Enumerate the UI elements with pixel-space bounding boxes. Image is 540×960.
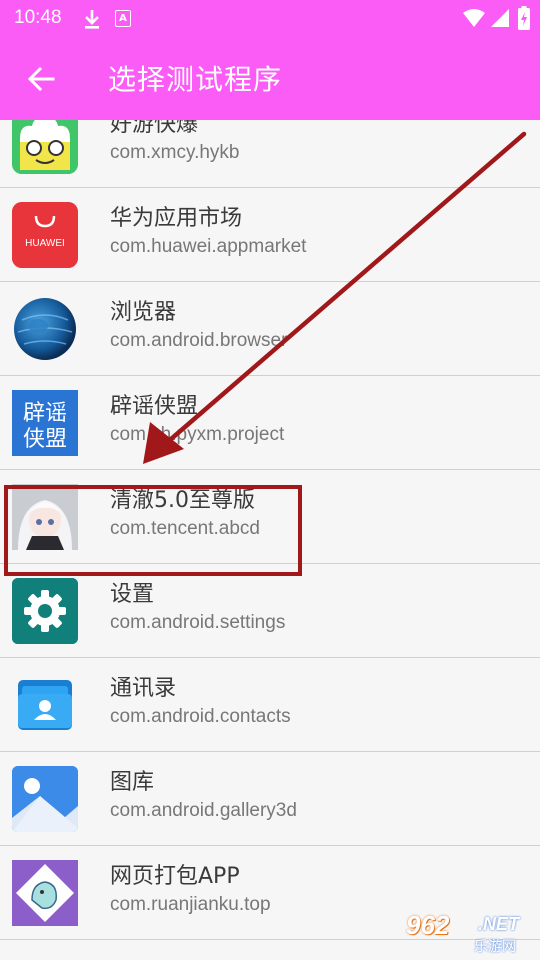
watermark-cn: 乐游网 — [474, 939, 516, 955]
app-package: com.android.browser — [110, 330, 288, 351]
huawei-appmarket-icon: HUAWEI — [12, 202, 78, 268]
app-row-pyxm[interactable]: 辟谣 侠盟 辟谣侠盟 com.zh.pyxm.project — [0, 376, 540, 470]
signal-icon — [491, 9, 509, 27]
app-row-huawei-appmarket[interactable]: HUAWEI 华为应用市场 com.huawei.appmarket — [0, 188, 540, 282]
app-name: 网页打包APP — [110, 864, 240, 889]
wifi-icon — [463, 9, 485, 27]
hykb-app-icon — [12, 120, 78, 174]
download-icon — [85, 10, 99, 29]
app-package: com.android.settings — [110, 612, 286, 633]
app-name: 通讯录 — [110, 676, 177, 701]
watermark-number: 962 — [406, 910, 450, 940]
pyxm-icon-text-line1: 辟谣 — [23, 401, 67, 426]
app-row-hykb[interactable]: 好游快爆 com.xmcy.hykb — [0, 120, 540, 188]
app-row-contacts[interactable]: 通讯录 com.android.contacts — [0, 658, 540, 752]
app-name: 设置 — [110, 582, 155, 607]
app-row-settings[interactable]: 设置 com.android.settings — [0, 564, 540, 658]
battery-icon — [518, 6, 530, 30]
app-bar: 选择测试程序 — [0, 36, 540, 120]
app-package: com.android.gallery3d — [110, 800, 297, 821]
app-name: 辟谣侠盟 — [110, 394, 199, 419]
app-package: com.android.contacts — [110, 706, 291, 727]
page-title: 选择测试程序 — [108, 63, 283, 96]
app-package: com.xmcy.hykb — [110, 142, 240, 163]
status-time: 10:48 — [14, 7, 62, 28]
app-row-gallery[interactable]: 图库 com.android.gallery3d — [0, 752, 540, 846]
annotation-highlight-box — [4, 485, 302, 576]
browser-globe-icon — [12, 296, 78, 362]
contacts-icon — [12, 672, 78, 738]
app-package: com.zh.pyxm.project — [110, 424, 285, 445]
pyxm-app-icon: 辟谣 侠盟 — [12, 390, 78, 456]
pyxm-icon-text-line2: 侠盟 — [23, 427, 67, 452]
gallery-icon — [12, 766, 78, 832]
settings-gear-icon — [12, 578, 78, 644]
app-name: 华为应用市场 — [110, 206, 243, 231]
watermark-suffix: .NET — [478, 914, 520, 934]
app-package: com.huawei.appmarket — [110, 236, 307, 257]
app-package: com.ruanjianku.top — [110, 894, 271, 915]
back-arrow-icon[interactable] — [26, 64, 56, 94]
app-name: 图库 — [110, 770, 155, 795]
notification-a-icon: A — [115, 10, 131, 27]
site-watermark: 962 .NET 乐游网 — [400, 910, 534, 956]
status-bar: 10:48 A — [0, 0, 540, 36]
app-name: 浏览器 — [110, 300, 177, 325]
app-name: 好游快爆 — [110, 120, 199, 137]
huawei-icon-text: HUAWEI — [25, 238, 65, 249]
app-row-browser[interactable]: 浏览器 com.android.browser — [0, 282, 540, 376]
web-pack-app-icon — [12, 860, 78, 926]
